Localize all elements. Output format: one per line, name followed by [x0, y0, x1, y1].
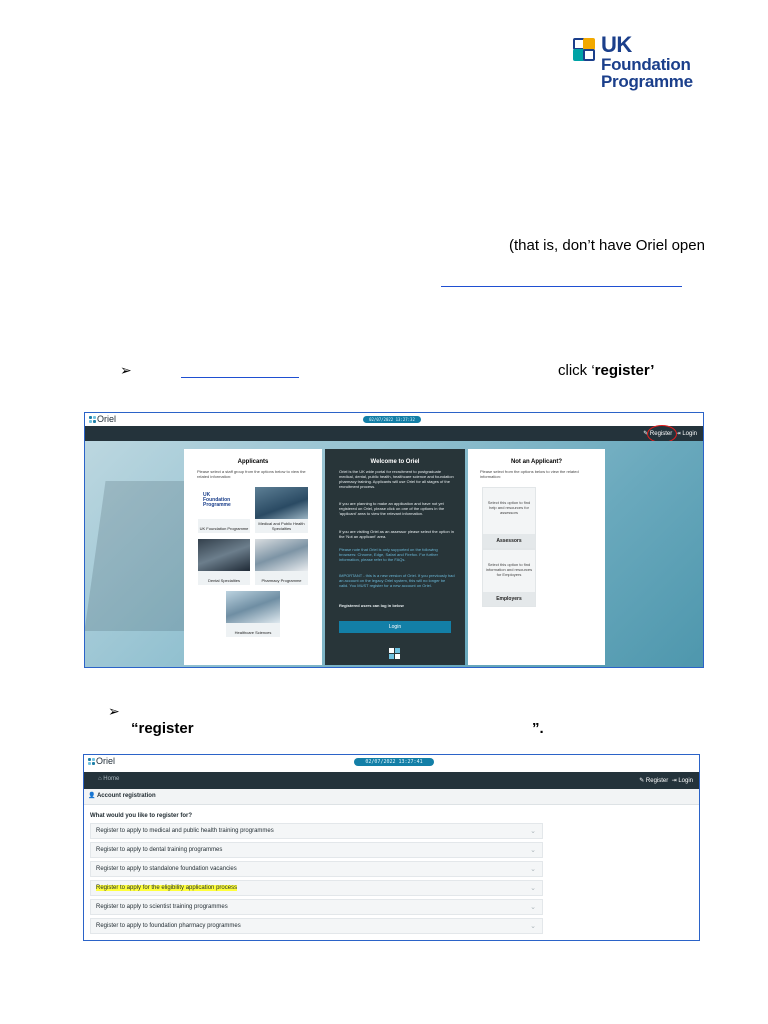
- welcome-p1: Oriel is the UK wide portal for recruitm…: [339, 469, 454, 489]
- oriel-header: Oriel 02/07/2022 13:27:32: [85, 413, 703, 426]
- welcome-p3: If you are visiting Oriel as an assessor…: [339, 529, 454, 539]
- employers-box[interactable]: Select this option to find information a…: [482, 549, 536, 607]
- register-option-label: Register to apply to standalone foundati…: [96, 866, 237, 872]
- assessors-text: Select this option to find help and reso…: [487, 500, 531, 515]
- welcome-p4: Please note that Oriel is only supported…: [339, 547, 438, 562]
- tile-label: UK Foundation Programme: [199, 526, 249, 531]
- paren-instruction-text: (that is, don’t have Oriel open: [509, 237, 705, 254]
- register-option-row[interactable]: Register to apply to scientist training …: [90, 899, 543, 915]
- register-quote-open: “register: [131, 720, 194, 737]
- register-option-label: Register to apply to medical and public …: [96, 828, 274, 834]
- chevron-down-icon: ⌄: [530, 866, 536, 873]
- not-applicant-title: Not an Applicant?: [510, 459, 563, 465]
- applicants-subtitle: Please select a staff group from the opt…: [197, 469, 306, 479]
- employers-text: Select this option to find information a…: [485, 562, 533, 577]
- oriel-header-2: Oriel 02/07/2022 13:27:41: [84, 755, 699, 768]
- oriel-logo-2: Oriel: [88, 756, 115, 766]
- logo-line-1: UK: [601, 32, 632, 57]
- register-option-row[interactable]: Register to apply to dental training pro…: [90, 842, 543, 858]
- registration-body: 👤 Account registration What would you li…: [84, 789, 699, 940]
- register-link-2[interactable]: Register: [646, 778, 668, 784]
- login-link[interactable]: Login: [682, 431, 697, 437]
- nav-actions-2: ✎ Register ⇥ Login: [639, 777, 693, 784]
- assessors-button[interactable]: Assessors: [483, 534, 535, 548]
- chevron-down-icon: ⌄: [530, 885, 536, 892]
- oriel-logo-icon: [89, 416, 96, 423]
- hyperlink-underline-2[interactable]: [181, 377, 299, 378]
- oriel-logo-icon: [88, 758, 95, 765]
- not-applicant-subtitle: Please select from the options below to …: [480, 469, 579, 479]
- tile-medical-public-health[interactable]: Medical and Public Health Specialties: [255, 487, 308, 533]
- register-option-row[interactable]: Register to apply to medical and public …: [90, 823, 543, 839]
- register-option-label-highlighted: Register to apply for the eligibility ap…: [96, 885, 238, 891]
- tile-uk-foundation[interactable]: UK Foundation Programme UK Foundation Prog…: [198, 487, 250, 533]
- oriel-logo: Oriel: [89, 414, 116, 424]
- tile-pharmacy[interactable]: Pharmacy Programme: [255, 539, 308, 585]
- welcome-panel: Welcome to Oriel Oriel is the UK wide po…: [325, 449, 465, 665]
- register-option-label: Register to apply to dental training pro…: [96, 847, 223, 853]
- login-icon: ⇥: [671, 778, 677, 784]
- employers-button[interactable]: Employers: [483, 592, 535, 606]
- pencil-icon: ✎: [639, 778, 645, 784]
- logo-line-3: Programme: [601, 72, 693, 91]
- chevron-down-icon: ⌄: [530, 904, 536, 911]
- chevron-down-icon: ⌄: [530, 828, 536, 835]
- register-quote-close: ”.: [532, 720, 544, 737]
- click-register-text: click ‘register’: [558, 362, 655, 379]
- registered-users-text: Registered users can log in below: [339, 603, 404, 608]
- clock-pill-2: 02/07/2022 13:27:41: [354, 758, 434, 766]
- home-icon: ⌂: [98, 776, 102, 782]
- bullet-arrow-icon-2: ➢: [108, 703, 120, 719]
- oriel-nav-bar-2: ⌂ Home ✎ Register ⇥ Login: [84, 772, 699, 789]
- register-option-row[interactable]: Register to apply to foundation pharmacy…: [90, 918, 543, 934]
- applicants-title: Applicants: [237, 459, 269, 465]
- chevron-down-icon: ⌄: [530, 923, 536, 930]
- tile-label: Healthcare Sciences: [234, 630, 272, 635]
- clock-pill: 02/07/2022 13:27:32: [363, 416, 421, 423]
- user-icon: 👤: [88, 793, 96, 799]
- register-option-row-eligibility[interactable]: Register to apply for the eligibility ap…: [90, 880, 543, 896]
- welcome-title: Welcome to Oriel: [370, 459, 420, 465]
- register-option-row[interactable]: Register to apply to standalone foundati…: [90, 861, 543, 877]
- welcome-p5: IMPORTANT - this is a new version of Ori…: [339, 573, 455, 588]
- welcome-p2: If you are planning to make an applicati…: [339, 501, 445, 516]
- oriel-nav-bar: ✎ Register ⇥ Login: [85, 426, 703, 441]
- home-link[interactable]: ⌂ Home: [98, 776, 119, 782]
- tile-healthcare-sciences[interactable]: Healthcare Sciences: [226, 591, 280, 637]
- tile-dental[interactable]: Dental Specialties: [198, 539, 250, 585]
- tile-label: Dental Specialties: [207, 578, 241, 583]
- oriel-home-screenshot: Oriel 02/07/2022 13:27:32 ✎ Register ⇥ L…: [84, 412, 704, 668]
- not-applicant-panel: Not an Applicant? Please select from the…: [468, 449, 605, 665]
- login-button[interactable]: Login: [339, 621, 451, 633]
- tile-label: Medical and Public Health Specialties: [258, 521, 305, 531]
- chevron-down-icon: ⌄: [530, 847, 536, 854]
- ukfp-logo-mark-icon: [573, 38, 597, 62]
- logo-line-2: Foundation: [601, 55, 691, 74]
- assessors-box[interactable]: Select this option to find help and reso…: [482, 487, 536, 549]
- login-link-2[interactable]: Login: [678, 778, 693, 784]
- tile-label: Pharmacy Programme: [261, 578, 302, 583]
- oriel-mark-icon: [389, 648, 400, 659]
- uk-foundation-programme-logo: UK Foundation Programme: [565, 30, 710, 90]
- register-option-label: Register to apply to scientist training …: [96, 904, 228, 910]
- bullet-arrow-icon: ➢: [120, 362, 132, 378]
- oriel-registration-screenshot: Oriel 02/07/2022 13:27:41 ⌂ Home ✎ Regis…: [83, 754, 700, 941]
- account-registration-header: 👤 Account registration: [84, 789, 699, 805]
- register-question: What would you like to register for?: [90, 813, 193, 819]
- applicants-panel: Applicants Please select a staff group f…: [184, 449, 322, 665]
- register-option-label: Register to apply to foundation pharmacy…: [96, 923, 241, 929]
- hyperlink-underline[interactable]: [441, 286, 682, 287]
